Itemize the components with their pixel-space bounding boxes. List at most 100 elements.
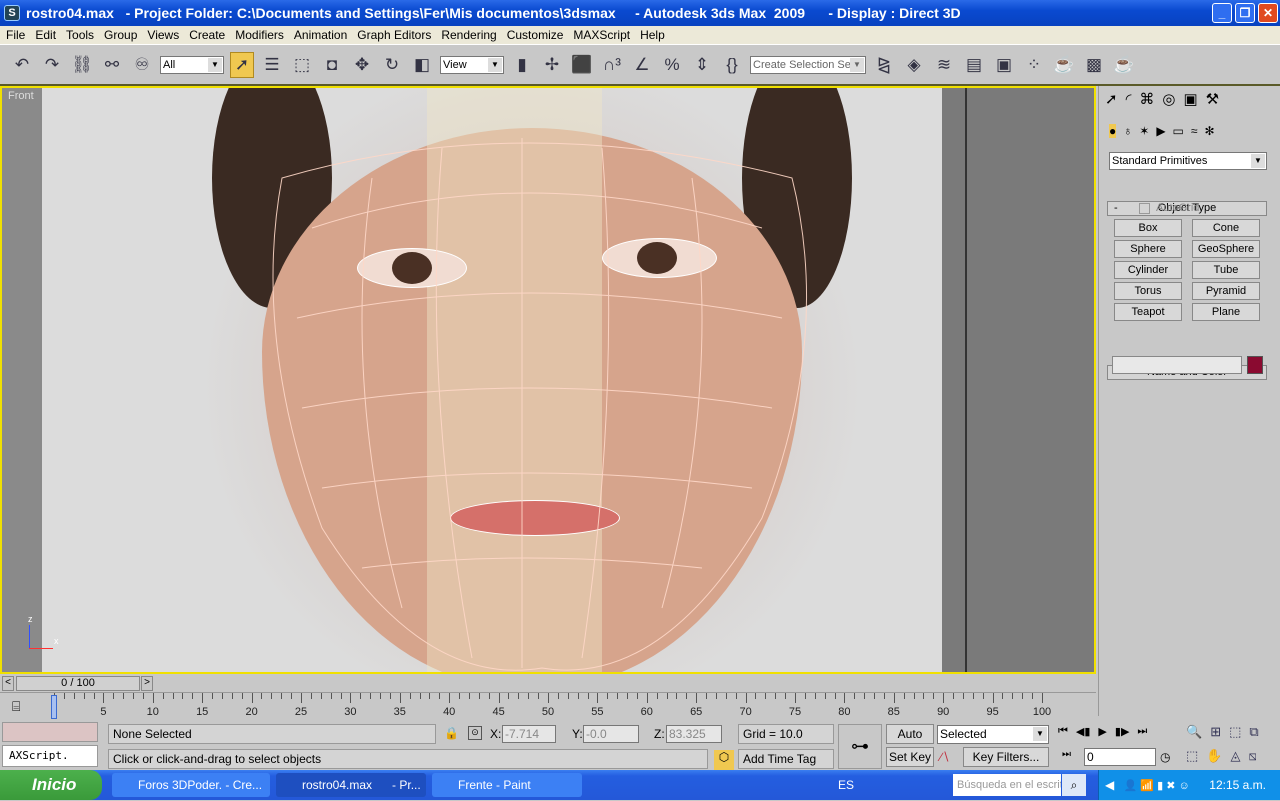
selection-filter-dropdown[interactable]: All	[160, 55, 224, 74]
cylinder-button[interactable]: Cylinder	[1114, 261, 1182, 279]
create-tab-icon[interactable]: ➚	[1105, 90, 1118, 108]
scale-icon[interactable]: ◧	[410, 52, 434, 78]
menu-help[interactable]: Help	[640, 28, 665, 42]
autogrid-checkbox[interactable]: AutoGrid	[1139, 202, 1199, 214]
default-tangents-icon[interactable]: ∕∖	[940, 750, 950, 764]
lights-icon[interactable]: ✶	[1139, 124, 1149, 138]
systems-icon[interactable]: ✻	[1204, 124, 1214, 138]
start-button[interactable]: Inicio	[0, 770, 102, 800]
next-frame-button[interactable]: >	[141, 676, 153, 691]
zoom-all-icon[interactable]: ⊞	[1210, 724, 1221, 740]
track-bar[interactable]: ⌸ 05101520253035404550556065707580859095…	[0, 692, 1096, 720]
taskbar-3dsmax[interactable]: rostro04.max - Pr...	[276, 773, 426, 797]
y-coordinate[interactable]: -0.0	[583, 725, 639, 743]
time-tag-icon[interactable]: ⬡	[714, 750, 734, 770]
utilities-tab-icon[interactable]: ⚒	[1206, 90, 1219, 108]
current-frame-input[interactable]: 0	[1084, 748, 1156, 766]
menu-animation[interactable]: Animation	[294, 28, 347, 42]
menu-graph-editors[interactable]: Graph Editors	[357, 28, 431, 42]
rotate-icon[interactable]: ↻	[380, 52, 404, 78]
auto-key-button[interactable]: Auto Key	[886, 724, 934, 759]
select-by-name-icon[interactable]: ☰	[260, 52, 284, 78]
modify-tab-icon[interactable]: ◜	[1126, 90, 1132, 108]
menu-edit[interactable]: Edit	[35, 28, 56, 42]
viewport-label[interactable]: Front	[8, 90, 34, 102]
taskbar-firefox[interactable]: Foros 3DPoder. - Cre...	[112, 773, 270, 797]
spinner-snap-icon[interactable]: ⇕	[690, 52, 714, 78]
object-name-input[interactable]	[1112, 356, 1242, 374]
play-icon[interactable]: ▶	[1098, 725, 1106, 738]
move-icon[interactable]: ✥	[350, 52, 374, 78]
space-warps-icon[interactable]: ≈	[1191, 124, 1198, 138]
pan-icon[interactable]: ✋	[1206, 748, 1222, 764]
set-key-button[interactable]: Set Key	[886, 747, 934, 767]
taskbar-paint[interactable]: Frente - Paint	[432, 773, 582, 797]
zoom-extents-icon[interactable]: ⬚	[1229, 724, 1241, 740]
select-object-icon[interactable]: ➚	[230, 51, 254, 78]
helpers-icon[interactable]: ▭	[1173, 124, 1184, 138]
maxscript-listener-pink[interactable]	[2, 722, 98, 742]
set-key-icon[interactable]: ⊶	[838, 724, 882, 769]
menu-file[interactable]: File	[6, 28, 25, 42]
language-indicator[interactable]: ES	[838, 778, 854, 792]
menu-rendering[interactable]: Rendering	[441, 28, 496, 42]
front-viewport[interactable]: Front z x	[0, 86, 1096, 674]
align-icon[interactable]: ◈	[902, 52, 926, 78]
maxscript-mini-listener[interactable]: AXScript.	[2, 745, 98, 767]
unlink-icon[interactable]: ⚯	[100, 52, 124, 78]
menu-modifiers[interactable]: Modifiers	[235, 28, 284, 42]
motion-tab-icon[interactable]: ◎	[1162, 90, 1175, 108]
lock-selection-icon[interactable]: 🔒	[444, 726, 459, 740]
tube-button[interactable]: Tube	[1192, 261, 1260, 279]
z-coordinate[interactable]: 83.325	[666, 725, 722, 743]
keyboard-shortcut-icon[interactable]: ⬛	[570, 52, 594, 78]
undo-icon[interactable]: ↶	[10, 52, 34, 78]
maximize-viewport-icon[interactable]: ⧅	[1248, 748, 1256, 764]
go-to-start-icon[interactable]: ⏮	[1058, 725, 1068, 738]
box-button[interactable]: Box	[1114, 219, 1182, 237]
zoom-extents-all-icon[interactable]: ⧉	[1249, 724, 1258, 740]
named-selection-icon[interactable]: {}	[720, 52, 744, 78]
menu-tools[interactable]: Tools	[66, 28, 94, 42]
go-to-end-icon[interactable]: ⏭	[1137, 725, 1147, 738]
field-of-view-icon[interactable]: ⬚	[1186, 748, 1198, 764]
restore-button[interactable]: ❐	[1235, 3, 1255, 23]
menu-create[interactable]: Create	[189, 28, 225, 42]
absolute-mode-icon[interactable]: ⊙	[468, 726, 482, 740]
previous-key-icon[interactable]: ◀▮	[1076, 725, 1091, 738]
display-tab-icon[interactable]: ▣	[1183, 90, 1197, 108]
cameras-icon[interactable]: ▶	[1156, 124, 1165, 138]
object-color-swatch[interactable]	[1247, 356, 1263, 374]
curve-editor-icon[interactable]: ▤	[962, 52, 986, 78]
schematic-view-icon[interactable]: ▣	[992, 52, 1016, 78]
create-selection-set-dropdown[interactable]: Create Selection Set	[750, 55, 866, 74]
desktop-search-input[interactable]: Búsqueda en el escrit	[953, 774, 1061, 796]
key-filters-button[interactable]: Key Filters...	[963, 747, 1049, 767]
pivot-icon[interactable]: ▮	[510, 52, 534, 78]
zoom-icon[interactable]: 🔍	[1186, 724, 1202, 740]
menu-customize[interactable]: Customize	[507, 28, 564, 42]
time-slider[interactable]: < 0 / 100 >	[0, 675, 1096, 693]
cone-button[interactable]: Cone	[1192, 219, 1260, 237]
reference-coord-dropdown[interactable]: View	[440, 55, 504, 74]
material-editor-icon[interactable]: ⁘	[1022, 52, 1046, 78]
torus-button[interactable]: Torus	[1114, 282, 1182, 300]
mirror-icon[interactable]: ⧎	[872, 52, 896, 78]
current-frame-marker[interactable]	[51, 695, 57, 719]
geosphere-button[interactable]: GeoSphere	[1192, 240, 1260, 258]
percent-snap-icon[interactable]: %	[660, 52, 684, 78]
tray-icons[interactable]: 👤 📶 ▮ ✖ ☺	[1124, 780, 1190, 792]
next-key-icon[interactable]: ▮▶	[1115, 725, 1130, 738]
mini-curve-editor-icon[interactable]: ⌸	[12, 698, 20, 715]
x-coordinate[interactable]: -7.714	[502, 725, 556, 743]
redo-icon[interactable]: ↷	[40, 52, 64, 78]
link-icon[interactable]: ⛓	[70, 52, 94, 78]
close-button[interactable]: ✕	[1258, 3, 1278, 23]
shapes-icon[interactable]: ♁	[1123, 124, 1132, 138]
tray-expand-icon[interactable]: ◀	[1105, 778, 1114, 792]
time-configuration-icon[interactable]: ◷	[1160, 750, 1170, 764]
pyramid-button[interactable]: Pyramid	[1192, 282, 1260, 300]
menu-group[interactable]: Group	[104, 28, 137, 42]
search-icon[interactable]: ⌕	[1062, 774, 1086, 796]
rectangle-selection-icon[interactable]: ⬚	[290, 52, 314, 78]
